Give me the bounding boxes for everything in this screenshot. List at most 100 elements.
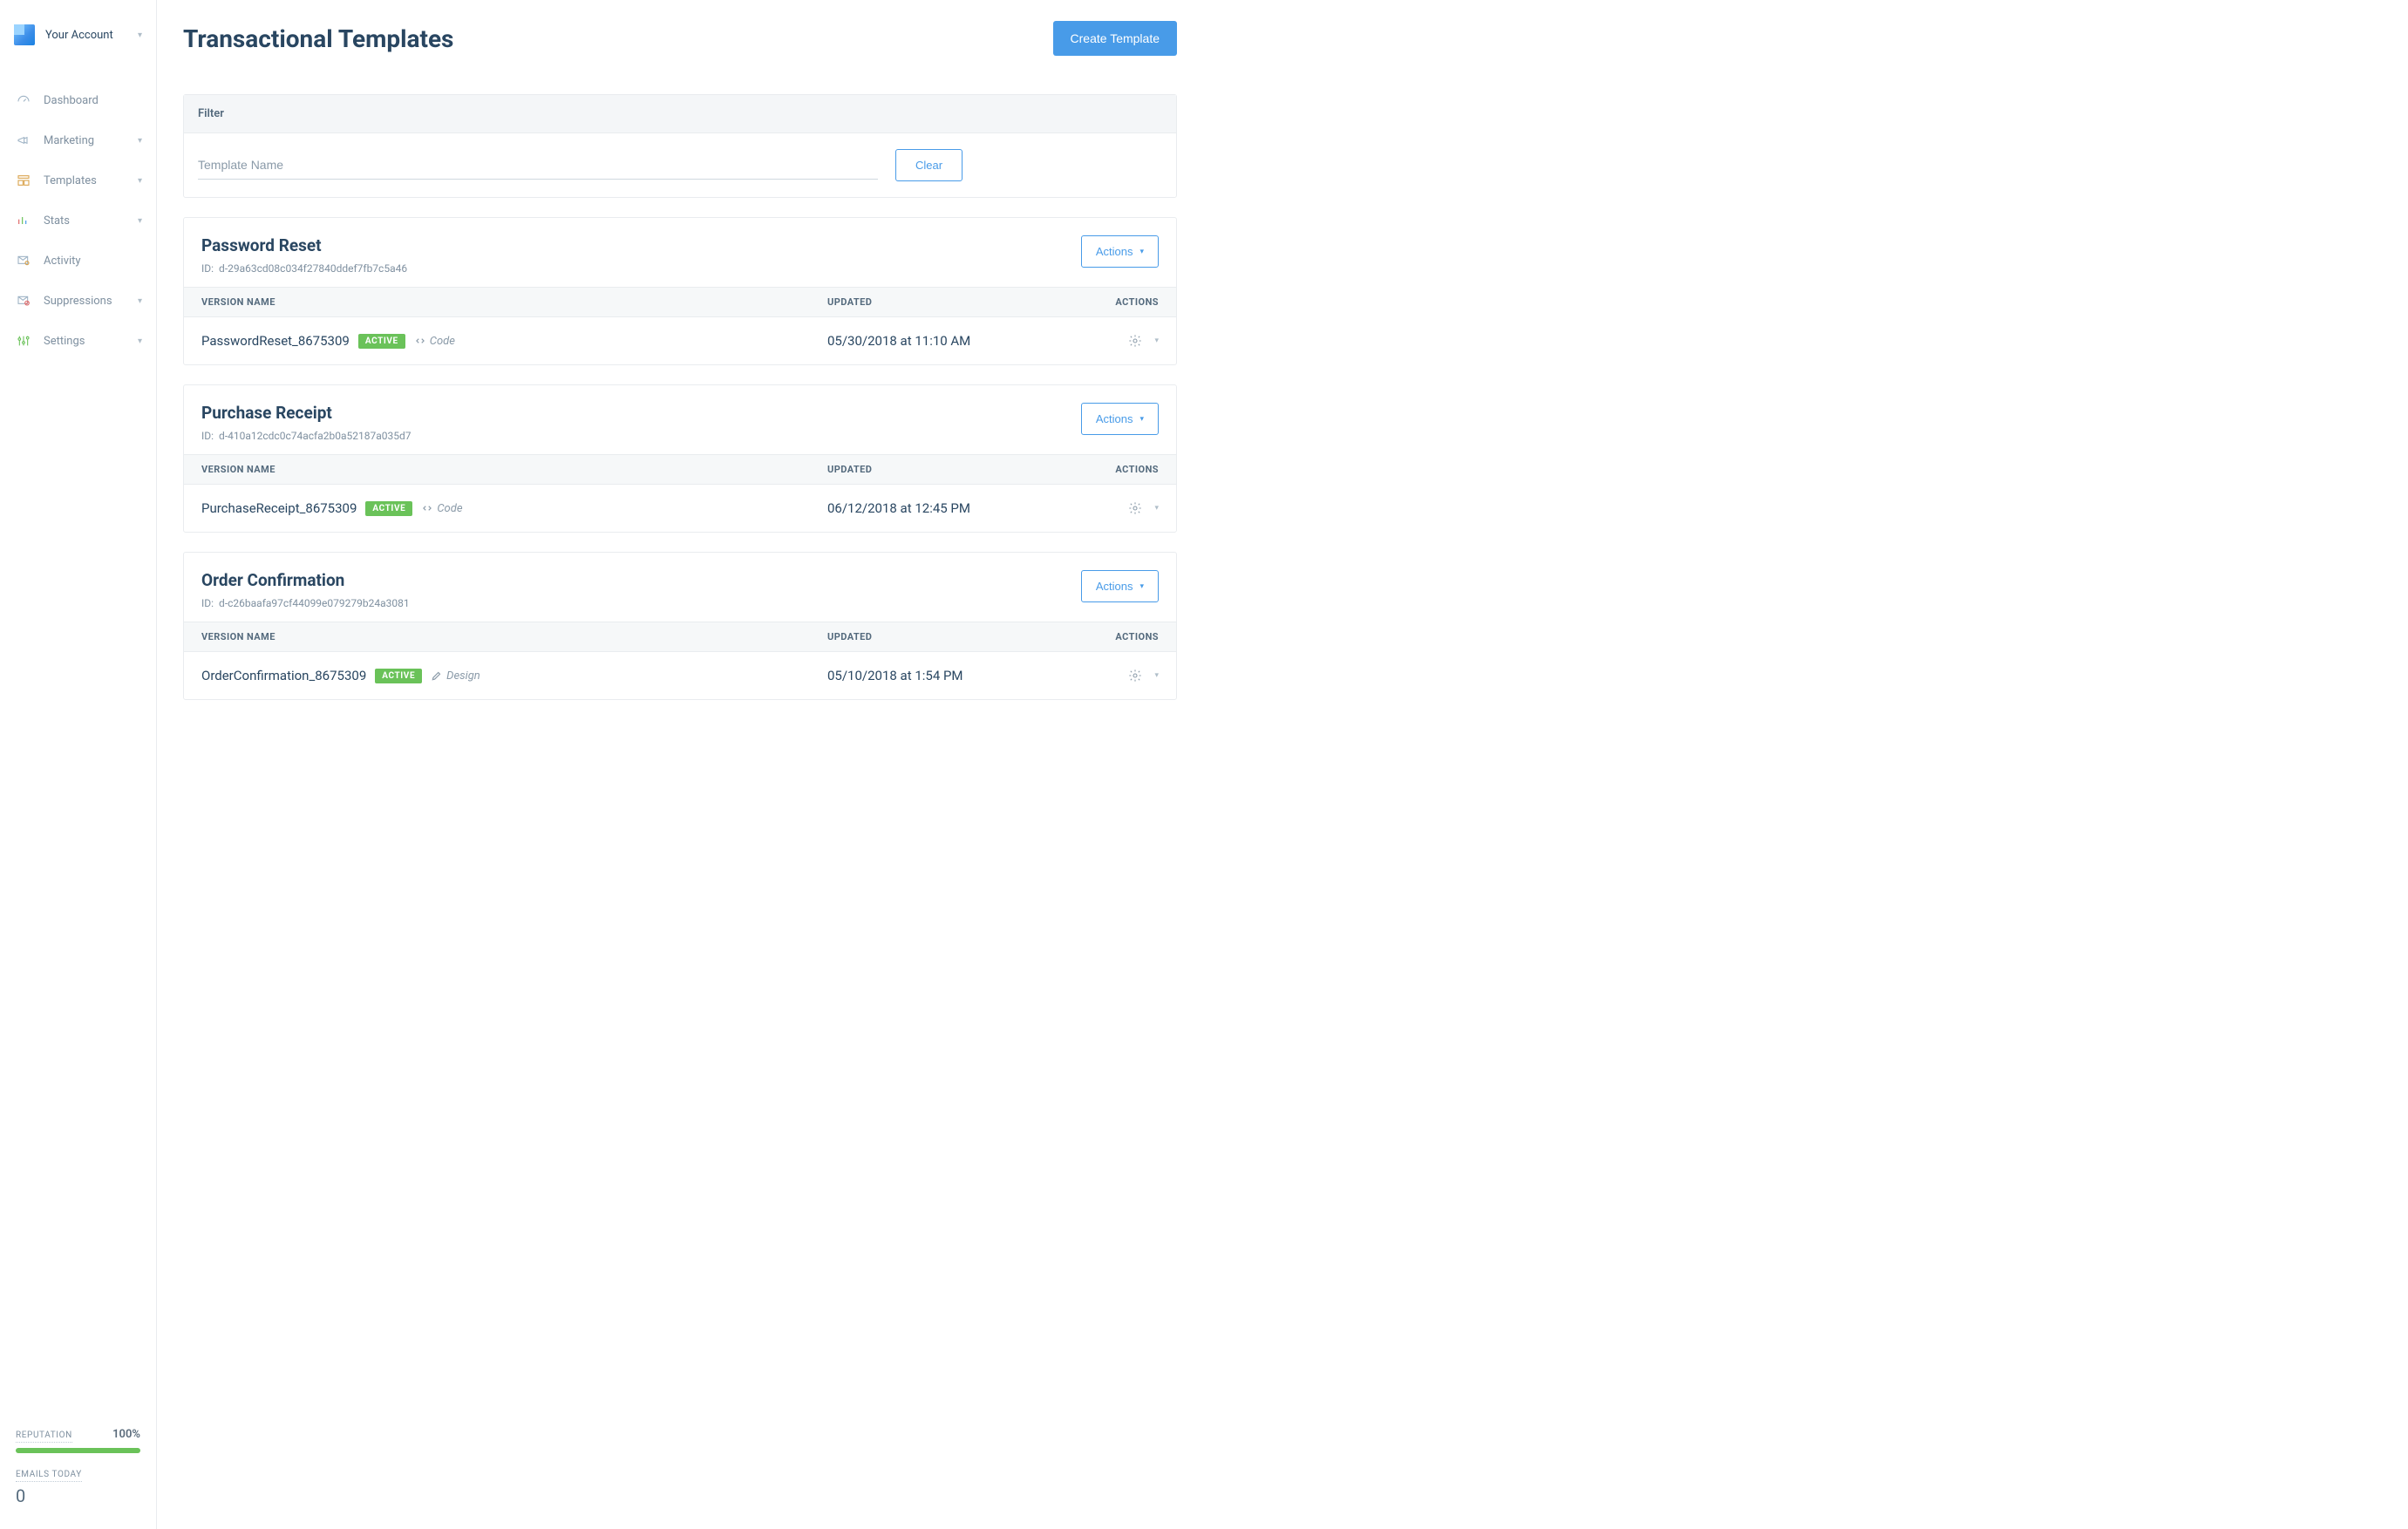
template-id-label: ID:	[201, 597, 214, 609]
version-name: PasswordReset_8675309	[201, 333, 350, 349]
code-icon	[414, 335, 426, 347]
actions-label: Actions	[1096, 245, 1133, 258]
template-id-label: ID:	[201, 430, 214, 442]
megaphone-icon	[14, 133, 33, 148]
chevron-down-icon: ▾	[138, 336, 142, 346]
gear-icon[interactable]	[1128, 501, 1142, 515]
nav-label: Settings	[44, 335, 85, 348]
template-actions-button[interactable]: Actions ▾	[1081, 570, 1159, 602]
editor-label: Code	[437, 502, 462, 515]
template-id-value: d-410a12cdc0c74acfa2b0a52187a035d7	[219, 430, 411, 442]
suppressions-icon	[14, 293, 33, 309]
reputation-percent: 100%	[112, 1428, 140, 1441]
template-name: Password Reset	[201, 235, 407, 255]
sidebar-item-templates[interactable]: Templates ▾	[0, 160, 156, 200]
version-name: PurchaseReceipt_8675309	[201, 500, 357, 516]
col-updated: UPDATED	[827, 296, 1054, 308]
version-name: OrderConfirmation_8675309	[201, 668, 366, 683]
chevron-down-icon: ▾	[1139, 581, 1144, 591]
nav-label: Activity	[44, 255, 81, 268]
chevron-down-icon: ▾	[1139, 414, 1144, 424]
create-template-button[interactable]: Create Template	[1053, 21, 1177, 56]
pencil-icon	[431, 669, 443, 682]
chevron-down-icon: ▾	[1139, 247, 1144, 256]
sliders-icon	[14, 333, 33, 349]
sidebar-item-dashboard[interactable]: Dashboard	[0, 80, 156, 120]
reputation-label: REPUTATION	[16, 1430, 72, 1443]
col-actions: ACTIONS	[1054, 631, 1159, 642]
gear-icon[interactable]	[1128, 669, 1142, 683]
nav-label: Dashboard	[44, 94, 99, 107]
chevron-down-icon[interactable]: ▾	[1154, 671, 1159, 680]
version-row: OrderConfirmation_8675309 ACTIVE Design 05/…	[184, 652, 1176, 699]
version-updated: 06/12/2018 at 12:45 PM	[827, 500, 1054, 516]
nav-label: Suppressions	[44, 295, 112, 308]
template-id: ID: d-410a12cdc0c74acfa2b0a52187a035d7	[201, 430, 411, 442]
version-updated: 05/10/2018 at 1:54 PM	[827, 668, 1054, 683]
editor-type: Code	[421, 502, 462, 515]
gauge-icon	[14, 92, 33, 108]
templates-icon	[14, 173, 33, 188]
gear-icon[interactable]	[1128, 334, 1142, 348]
template-id: ID: d-29a63cd08c034f27840ddef7fb7c5a46	[201, 262, 407, 275]
col-updated: UPDATED	[827, 631, 1054, 642]
sidebar-item-suppressions[interactable]: Suppressions ▾	[0, 281, 156, 321]
sidebar-footer: REPUTATION 100% EMAILS TODAY 0	[0, 1414, 156, 1529]
nav-label: Marketing	[44, 134, 94, 147]
chevron-down-icon: ▾	[138, 176, 142, 186]
reputation-bar	[16, 1448, 140, 1453]
version-row: PurchaseReceipt_8675309 ACTIVE Code 06/12/2…	[184, 485, 1176, 532]
code-icon	[421, 502, 433, 514]
chart-icon	[14, 213, 33, 228]
active-badge: ACTIVE	[358, 334, 405, 349]
active-badge: ACTIVE	[365, 501, 412, 516]
activity-icon	[14, 253, 33, 268]
actions-label: Actions	[1096, 580, 1133, 593]
filter-heading: Filter	[184, 95, 1176, 133]
account-menu[interactable]: Your Account ▾	[0, 16, 156, 63]
col-version-name: VERSION NAME	[201, 631, 827, 642]
template-panel: Purchase Receipt ID: d-410a12cdc0c74acfa2b…	[183, 384, 1177, 533]
actions-label: Actions	[1096, 412, 1133, 425]
template-name: Purchase Receipt	[201, 403, 411, 423]
template-name: Order Confirmation	[201, 570, 410, 590]
clear-button[interactable]: Clear	[895, 149, 963, 181]
col-actions: ACTIONS	[1054, 296, 1159, 308]
template-id: ID: d-c26baafa97cf44099e079279b24a3081	[201, 597, 410, 609]
version-row: PasswordReset_8675309 ACTIVE Code 05/30/201…	[184, 317, 1176, 364]
account-label: Your Account	[45, 29, 133, 42]
emails-today-count: 0	[16, 1485, 140, 1506]
sidebar-nav: Dashboard Marketing ▾ Templates ▾	[0, 80, 156, 1414]
sidebar-item-settings[interactable]: Settings ▾	[0, 321, 156, 361]
template-name-input[interactable]	[198, 151, 878, 180]
sidebar-item-activity[interactable]: Activity	[0, 241, 156, 281]
col-version-name: VERSION NAME	[201, 464, 827, 475]
template-actions-button[interactable]: Actions ▾	[1081, 235, 1159, 268]
editor-type: Code	[414, 335, 455, 348]
template-id-value: d-c26baafa97cf44099e079279b24a3081	[219, 597, 410, 609]
version-updated: 05/30/2018 at 11:10 AM	[827, 333, 1054, 349]
editor-label: Code	[430, 335, 455, 348]
main-content: Transactional Templates Create Template …	[157, 0, 1203, 1529]
template-id-value: d-29a63cd08c034f27840ddef7fb7c5a46	[219, 262, 407, 275]
emails-today-label: EMAILS TODAY	[16, 1470, 82, 1482]
nav-label: Templates	[44, 174, 97, 187]
template-panel: Password Reset ID: d-29a63cd08c034f27840dd…	[183, 217, 1177, 365]
chevron-down-icon: ▾	[138, 136, 142, 146]
page-title: Transactional Templates	[183, 24, 1053, 53]
logo-icon	[14, 24, 35, 45]
editor-label: Design	[446, 669, 480, 683]
active-badge: ACTIVE	[375, 669, 422, 683]
editor-type: Design	[431, 669, 480, 683]
chevron-down-icon[interactable]: ▾	[1154, 336, 1159, 345]
sidebar-item-marketing[interactable]: Marketing ▾	[0, 120, 156, 160]
chevron-down-icon[interactable]: ▾	[1154, 504, 1159, 513]
col-actions: ACTIONS	[1054, 464, 1159, 475]
template-actions-button[interactable]: Actions ▾	[1081, 403, 1159, 435]
col-version-name: VERSION NAME	[201, 296, 827, 308]
nav-label: Stats	[44, 214, 70, 228]
chevron-down-icon: ▾	[138, 216, 142, 226]
chevron-down-icon: ▾	[138, 296, 142, 306]
template-id-label: ID:	[201, 262, 214, 275]
sidebar-item-stats[interactable]: Stats ▾	[0, 200, 156, 241]
